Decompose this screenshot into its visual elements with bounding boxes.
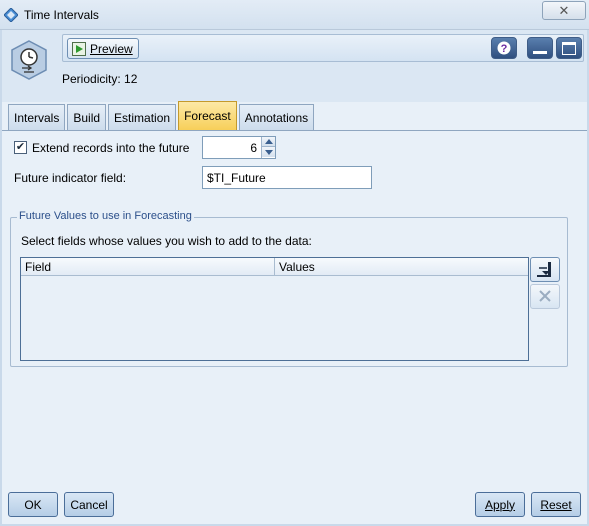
play-icon — [72, 41, 86, 56]
help-button[interactable]: ? — [491, 37, 517, 59]
close-icon: ✕ — [558, 2, 570, 18]
extend-records-checkbox[interactable]: ✔ — [14, 141, 27, 154]
arrow-down-icon — [264, 149, 273, 155]
cancel-button[interactable]: Cancel — [64, 492, 114, 517]
reset-button[interactable]: Reset — [531, 492, 581, 517]
maximize-button[interactable] — [556, 37, 582, 59]
apply-label: Apply — [484, 497, 516, 512]
column-header-values[interactable]: Values — [275, 258, 528, 276]
tab-annotations[interactable]: Annotations — [238, 104, 315, 130]
close-button[interactable]: ✕ — [542, 1, 586, 20]
remove-field-button[interactable] — [530, 284, 560, 309]
table-header: Field Values — [21, 258, 528, 276]
tab-forecast[interactable]: Forecast — [178, 101, 237, 130]
time-intervals-node-icon — [11, 40, 47, 80]
tab-build[interactable]: Build — [67, 104, 107, 130]
tab-intervals[interactable]: Intervals — [8, 104, 66, 130]
ok-label: OK — [24, 497, 42, 512]
spinner-arrows — [261, 137, 275, 158]
delete-icon — [539, 290, 551, 302]
help-icon: ? — [497, 41, 511, 55]
arrow-up-icon — [264, 139, 273, 144]
reset-label: Reset — [540, 497, 572, 512]
window-title: Time Intervals — [24, 8, 99, 22]
minimize-icon — [533, 51, 547, 54]
spss-diamond-icon — [4, 8, 18, 22]
spinner-down-button[interactable] — [262, 147, 275, 157]
field-picker-button[interactable] — [530, 257, 560, 282]
dialog-footer: OK Cancel Apply Reset — [2, 486, 587, 524]
tab-strip: Intervals Build Estimation Forecast Anno… — [8, 101, 316, 130]
group-title: Future Values to use in Forecasting — [17, 210, 194, 222]
cancel-label: Cancel — [70, 497, 108, 512]
extend-records-value: 6 — [250, 141, 257, 155]
extend-records-label: Extend records into the future — [32, 141, 190, 155]
node-toolbar: Preview ? — [62, 34, 584, 62]
group-description: Select fields whose values you wish to a… — [21, 234, 312, 248]
checkmark-icon: ✔ — [15, 141, 26, 153]
tab-estimation[interactable]: Estimation — [108, 104, 177, 130]
future-values-group: Future Values to use in Forecasting Sele… — [10, 210, 568, 367]
maximize-icon — [562, 42, 576, 55]
future-indicator-label: Future indicator field: — [14, 171, 127, 185]
minimize-button[interactable] — [527, 37, 553, 59]
fields-table[interactable]: Field Values — [20, 257, 529, 361]
dialog-body: Preview ? Periodicity: 12 Intervals Buil… — [2, 30, 587, 524]
spinner-up-button[interactable] — [262, 137, 275, 147]
preview-button[interactable]: Preview — [67, 38, 139, 59]
apply-button[interactable]: Apply — [475, 492, 525, 517]
extend-records-spinner[interactable]: 6 — [202, 136, 276, 159]
title-bar: Time Intervals ✕ — [0, 0, 589, 30]
preview-label: Preview — [90, 41, 133, 56]
periodicity-label: Periodicity: 12 — [62, 72, 138, 86]
field-picker-icon — [537, 262, 551, 277]
future-indicator-input[interactable] — [202, 166, 372, 189]
column-header-field[interactable]: Field — [21, 258, 275, 276]
help-glyph: ? — [501, 43, 508, 55]
dialog-header: Preview ? Periodicity: 12 — [2, 30, 587, 102]
ok-button[interactable]: OK — [8, 492, 58, 517]
forecast-panel: ✔ Extend records into the future 6 Futur… — [2, 130, 587, 486]
